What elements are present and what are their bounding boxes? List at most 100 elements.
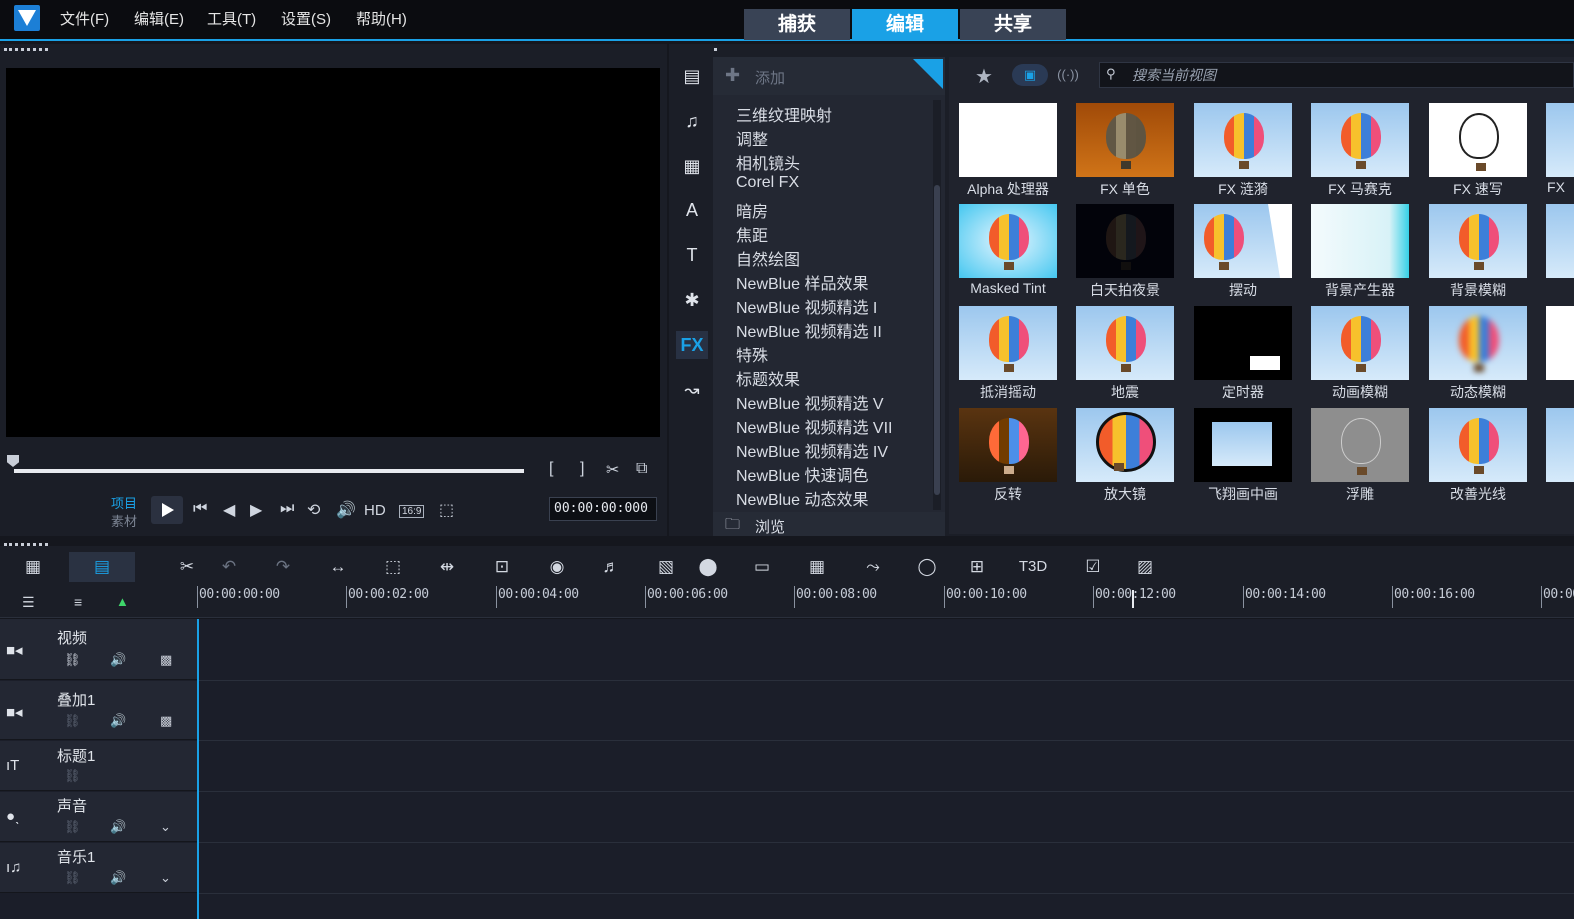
effect-thumbnail[interactable]: 抵消摇动 xyxy=(951,302,1065,402)
track-manager-icon[interactable]: ☰ xyxy=(22,594,35,611)
favorite-icon[interactable]: ★ xyxy=(975,64,993,89)
category-item[interactable]: 三维纹理映射 xyxy=(736,102,832,126)
effect-thumbnail[interactable] xyxy=(1538,200,1574,300)
effect-thumbnail[interactable]: 放大镜 xyxy=(1068,404,1182,504)
instant-project-icon[interactable]: ♫ xyxy=(676,107,708,135)
filter-fx-icon[interactable]: FX xyxy=(676,331,708,359)
effect-thumbnail[interactable]: 定时器 xyxy=(1186,302,1300,402)
voice-track-lane[interactable] xyxy=(199,792,1574,843)
mixer-icon[interactable]: ◉ xyxy=(542,556,572,578)
effect-thumbnail[interactable]: 浮雕 xyxy=(1303,404,1417,504)
scissors-icon[interactable]: ✂ xyxy=(606,460,619,480)
effect-thumbnail[interactable]: 白天拍夜景 xyxy=(1068,200,1182,300)
effect-thumbnail[interactable]: 改善光线 xyxy=(1421,404,1535,504)
category-item[interactable]: Corel FX xyxy=(736,174,799,192)
panel-grip[interactable] xyxy=(4,48,48,51)
text-icon[interactable]: T xyxy=(676,241,708,269)
title-track-lane[interactable] xyxy=(199,741,1574,792)
mark-out-icon[interactable]: ] xyxy=(580,460,584,478)
expand-chevron-icon[interactable]: ⌄ xyxy=(160,819,171,835)
multi-camera-icon[interactable]: ▦ xyxy=(802,556,832,578)
effect-thumbnail[interactable]: 动态模糊 xyxy=(1421,302,1535,402)
category-item[interactable]: NewBlue 视频精选 VII xyxy=(736,414,893,438)
menu-file[interactable]: 文件(F) xyxy=(60,8,109,29)
category-item[interactable]: 焦距 xyxy=(736,222,768,246)
color-grading-icon[interactable]: ⬤ xyxy=(693,556,723,578)
effect-thumbnail[interactable]: 飞翔画中画 xyxy=(1186,404,1300,504)
menu-help[interactable]: 帮助(H) xyxy=(356,8,407,29)
marker-icon[interactable]: ▲ xyxy=(116,594,129,609)
effect-thumbnail[interactable]: Masked Tint xyxy=(951,200,1065,300)
music-track-lane[interactable] xyxy=(199,843,1574,894)
add-category-row[interactable]: ✚ 添加 xyxy=(713,57,945,95)
playhead[interactable] xyxy=(197,619,199,919)
menu-settings[interactable]: 设置(S) xyxy=(281,8,331,29)
hd-toggle[interactable]: HD xyxy=(364,502,386,519)
stabilize-icon[interactable]: ⊞ xyxy=(962,556,992,578)
effect-thumbnail[interactable]: 摆动 xyxy=(1186,200,1300,300)
menu-edit[interactable]: 编辑(E) xyxy=(134,8,184,29)
category-item[interactable]: NewBlue 视频精选 IV xyxy=(736,438,888,462)
audio-filter-toggle[interactable]: ((·)) xyxy=(1050,64,1086,86)
mark-in-icon[interactable]: [ xyxy=(549,460,553,478)
enlarge-preview-icon[interactable]: ⧉ xyxy=(636,460,647,478)
mute-icon[interactable]: 🔊 xyxy=(110,819,126,835)
check-icon[interactable]: ☑ xyxy=(1078,556,1108,578)
effect-thumbnail[interactable]: FX 涟漪 xyxy=(1186,99,1300,199)
link-icon[interactable]: ⛓ xyxy=(64,819,81,835)
grid-icon[interactable]: ▩ xyxy=(160,713,172,729)
tab-edit[interactable]: 编辑 xyxy=(852,9,958,40)
play-button[interactable] xyxy=(151,496,183,524)
motion-track-icon[interactable]: ▧ xyxy=(651,556,681,578)
effect-thumbnail[interactable]: 地震 xyxy=(1068,302,1182,402)
graphics-icon[interactable]: ✱ xyxy=(676,286,708,314)
media-icon[interactable]: ▤ xyxy=(676,62,708,90)
repeat-icon[interactable]: ⟲ xyxy=(307,500,320,520)
effect-thumbnail[interactable]: FX 马赛克 xyxy=(1303,99,1417,199)
effect-thumbnail[interactable]: 背景产生器 xyxy=(1303,200,1417,300)
effect-thumbnail[interactable]: FX 单色 xyxy=(1068,99,1182,199)
trim-icon[interactable]: ⊡ xyxy=(487,556,517,578)
subtitle-icon[interactable]: ▭ xyxy=(747,556,777,578)
path-icon[interactable]: ↝ xyxy=(676,376,708,404)
link-icon[interactable]: ⛓ xyxy=(64,768,81,784)
mute-icon[interactable]: 🔊 xyxy=(110,713,126,729)
timeline-view-icon[interactable]: ▤ xyxy=(87,556,117,578)
category-item[interactable]: NewBlue 动态效果 xyxy=(736,486,868,510)
category-item[interactable]: 标题效果 xyxy=(736,366,800,390)
prev-frame-icon[interactable]: ◀ xyxy=(223,500,235,520)
aspect-ratio-button[interactable]: 16:9 xyxy=(399,505,425,518)
video-track-lane[interactable] xyxy=(199,619,1574,681)
expand-chevron-icon[interactable]: ⌄ xyxy=(160,870,171,886)
effect-thumbnail[interactable]: 反转 xyxy=(951,404,1065,504)
tab-capture[interactable]: 捕获 xyxy=(744,9,850,40)
transition-icon[interactable]: ▦ xyxy=(676,152,708,180)
title-3d-button[interactable]: T3D xyxy=(1016,556,1050,578)
search-input[interactable]: 搜索当前视图 xyxy=(1099,62,1574,88)
add-track-icon[interactable]: ≡ xyxy=(74,594,82,610)
effect-thumbnail[interactable] xyxy=(1538,302,1574,402)
category-item[interactable]: 暗房 xyxy=(736,198,768,222)
overlay-track-header[interactable]: ■◂ 叠加1 ⛓ 🔊 ▩ xyxy=(0,681,197,740)
timecode-field[interactable]: 00:00:00:000 xyxy=(549,497,657,521)
category-item[interactable]: 特殊 xyxy=(736,342,768,366)
undo-icon[interactable]: ↶ xyxy=(214,556,244,578)
scrollbar-thumb[interactable] xyxy=(934,185,940,495)
browse-button[interactable]: 🗀 浏览 xyxy=(713,512,945,536)
tools-icon[interactable]: ✂ xyxy=(172,556,202,578)
category-item[interactable]: NewBlue 视频精选 I xyxy=(736,294,877,318)
overlay-track-lane[interactable] xyxy=(199,681,1574,741)
category-item[interactable]: NewBlue 样品效果 xyxy=(736,270,868,294)
mask-icon[interactable]: ◯ xyxy=(912,556,942,578)
music-track-header[interactable]: ı♫ 音乐1 ⛓ 🔊 ⌄ xyxy=(0,843,197,893)
link-icon[interactable]: ⛓ xyxy=(64,652,81,668)
category-item[interactable]: NewBlue 快速调色 xyxy=(736,462,868,486)
go-start-icon[interactable]: ⏮ xyxy=(193,500,207,518)
next-frame-icon[interactable]: ▶ xyxy=(250,500,262,520)
volume-icon[interactable]: 🔊 xyxy=(336,500,356,520)
effect-thumbnail[interactable] xyxy=(1538,404,1574,504)
title-track-header[interactable]: ıT 标题1 ⛓ xyxy=(0,741,197,791)
record-screen-icon[interactable]: ⬚ xyxy=(378,556,408,578)
category-item[interactable]: NewBlue 视频精选 V xyxy=(736,390,884,414)
category-item[interactable]: 自然绘图 xyxy=(736,246,800,270)
